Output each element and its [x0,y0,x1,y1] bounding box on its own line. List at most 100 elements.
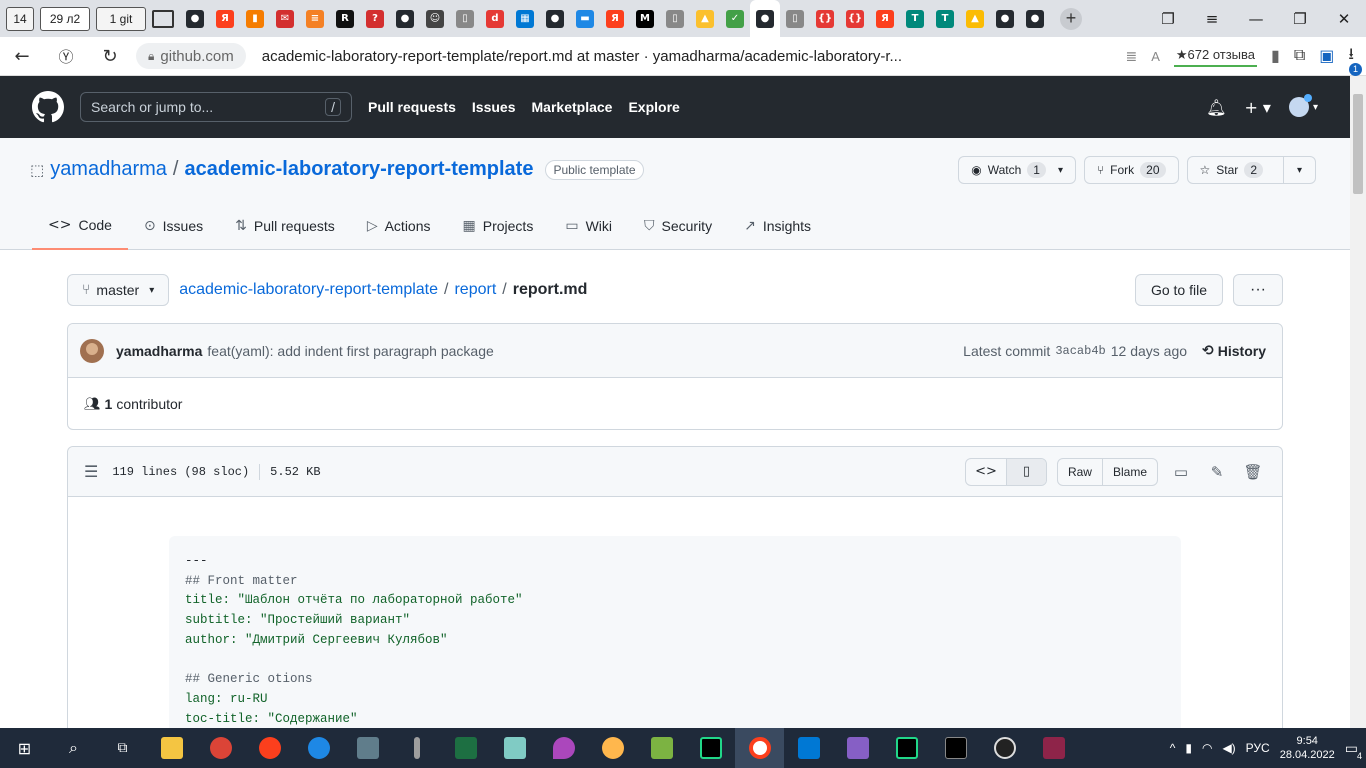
microphone-icon[interactable]: ▮ [1185,741,1192,755]
download-icon[interactable]: ⭳ 1 [1348,43,1362,76]
taskbar-clion[interactable] [882,728,931,768]
browser-tab[interactable]: ▬ [570,0,600,37]
reload-icon[interactable]: ↻ [88,46,132,67]
taskbar-yandex[interactable] [245,728,294,768]
browser-tab[interactable]: T [930,0,960,37]
taskbar-vscode[interactable] [784,728,833,768]
taskbar-yandex-browser-active[interactable] [735,728,784,768]
tab-actions[interactable]: ▷ Actions [351,202,447,250]
notification-center-button[interactable]: ▭ 4 [1345,740,1362,761]
scrollbar-thumb[interactable] [1353,94,1363,194]
taskbar-paint[interactable] [588,728,637,768]
extension-icon[interactable]: ▣ [1319,46,1334,66]
browser-tab[interactable]: ✓ [720,0,750,37]
taskbar-terminal[interactable] [931,728,980,768]
nav-pull-requests[interactable]: Pull requests [368,99,456,115]
wifi-icon[interactable]: ◠ [1202,741,1212,755]
taskbar-excel[interactable] [441,728,490,768]
browser-tab[interactable]: ● [1020,0,1050,37]
github-logo-icon[interactable] [32,91,64,123]
browser-tab[interactable]: ● [750,0,780,37]
reader-icon[interactable]: ≣ [1125,48,1137,65]
create-new-plus-icon[interactable]: + ▾ [1244,98,1271,117]
raw-button[interactable]: Raw [1058,459,1102,485]
taskbar-pen[interactable] [392,728,441,768]
desktop-icon[interactable]: ▭ [1168,463,1194,481]
browser-tab[interactable]: Я [870,0,900,37]
user-avatar-menu[interactable]: ▾ [1288,94,1318,117]
taskbar-editor[interactable] [637,728,686,768]
browser-tab[interactable]: ● [180,0,210,37]
pencil-icon[interactable]: ✎ [1204,463,1230,481]
taskbar-paint3d[interactable] [539,728,588,768]
fork-button[interactable]: ⑂ Fork 20 [1083,156,1179,184]
breadcrumb-repo-link[interactable]: academic-laboratory-report-template [179,281,438,299]
browser-tab[interactable]: ≡ [300,0,330,37]
reviews-badge[interactable]: ★672 отзыва [1173,45,1258,67]
tab-counter-button[interactable]: 14 [6,6,34,31]
minimize-button[interactable]: — [1234,10,1278,28]
vertical-scrollbar[interactable] [1350,76,1366,728]
collections-icon[interactable]: ⧉ [1294,47,1305,65]
nav-issues[interactable]: Issues [472,99,516,115]
contributors-row[interactable]: 👥︎ 1 contributor [68,378,1282,430]
restore-button[interactable]: ❐ [1278,10,1322,28]
tab-group-git[interactable]: 1 git [96,6,146,31]
new-tab-button[interactable]: + [1060,7,1082,30]
taskbar-edge[interactable] [294,728,343,768]
tab-insights[interactable]: ↗ Insights [728,202,827,250]
browser-tab[interactable]: ▲ [690,0,720,37]
domain-pill[interactable]: 🔒︎ github.com [136,43,246,69]
history-button[interactable]: ⟲ History [1202,343,1266,359]
nav-explore[interactable]: Explore [628,99,679,115]
avatar[interactable] [80,338,104,363]
star-dropdown-button[interactable]: ▾ [1283,156,1315,184]
breadcrumb-dir-link[interactable]: report [454,281,496,299]
tab-pull-requests[interactable]: ⇅ Pull requests [219,202,351,250]
tab-list-icon[interactable]: ❐ [1146,10,1190,28]
tab-group-l2[interactable]: 29 л2 [40,6,90,31]
folder-icon[interactable] [152,9,174,28]
back-arrow-icon[interactable]: ← [0,46,44,67]
menu-icon[interactable]: ≡ [1190,10,1234,28]
repo-name-link[interactable]: academic-laboratory-report-template [184,158,533,181]
taskbar-pycharm[interactable] [686,728,735,768]
branch-selector[interactable]: ⑂ master ▾ [67,274,170,306]
browser-tab[interactable]: ▯ [660,0,690,37]
chevron-up-icon[interactable]: ^ [1170,741,1176,755]
browser-tab[interactable]: Я [600,0,630,37]
commit-message-link[interactable]: feat(yaml): add indent first paragraph p… [207,343,493,359]
browser-tab[interactable]: ● [990,0,1020,37]
yandex-logo-icon[interactable]: Ⓨ [44,46,88,67]
browser-tab[interactable]: ☺ [420,0,450,37]
commit-author-link[interactable]: yamadharma [116,343,202,359]
outline-list-icon[interactable]: ☰ [84,462,98,481]
more-options-button[interactable]: ··· [1233,274,1283,306]
bookmark-icon[interactable]: ▮ [1271,46,1280,66]
bell-icon[interactable]: 🔔︎ [1206,98,1226,117]
taskbar-obs[interactable] [980,728,1029,768]
browser-tab[interactable]: ? [360,0,390,37]
taskbar-explorer[interactable] [147,728,196,768]
task-view-button[interactable]: ⧉ [98,728,147,768]
rendered-view-icon[interactable]: ▯ [1005,458,1046,485]
browser-tab[interactable]: Я [210,0,240,37]
page-title-in-address[interactable]: academic-laboratory-report-template/repo… [262,48,1002,65]
tab-issues[interactable]: ⊙ Issues [128,202,219,250]
nav-marketplace[interactable]: Marketplace [532,99,613,115]
taskbar-visual-studio[interactable] [833,728,882,768]
tab-code[interactable]: <> Code [32,202,128,250]
keyboard-language[interactable]: РУС [1246,741,1270,755]
browser-tab[interactable]: {} [840,0,870,37]
translate-icon[interactable]: A [1151,49,1160,64]
browser-tab[interactable]: ▲ [960,0,990,37]
tab-security[interactable]: ⛉ Security [628,202,728,250]
browser-tab[interactable]: ▯ [450,0,480,37]
browser-tab[interactable]: M [630,0,660,37]
start-button[interactable]: ⊞ [0,728,49,768]
clock[interactable]: 9:54 28.04.2022 [1280,734,1335,762]
browser-tab[interactable]: R [330,0,360,37]
browser-tab[interactable]: ▮ [240,0,270,37]
browser-tab[interactable]: ✉ [270,0,300,37]
watch-button[interactable]: ◉ Watch 1 ▾ [958,156,1076,184]
